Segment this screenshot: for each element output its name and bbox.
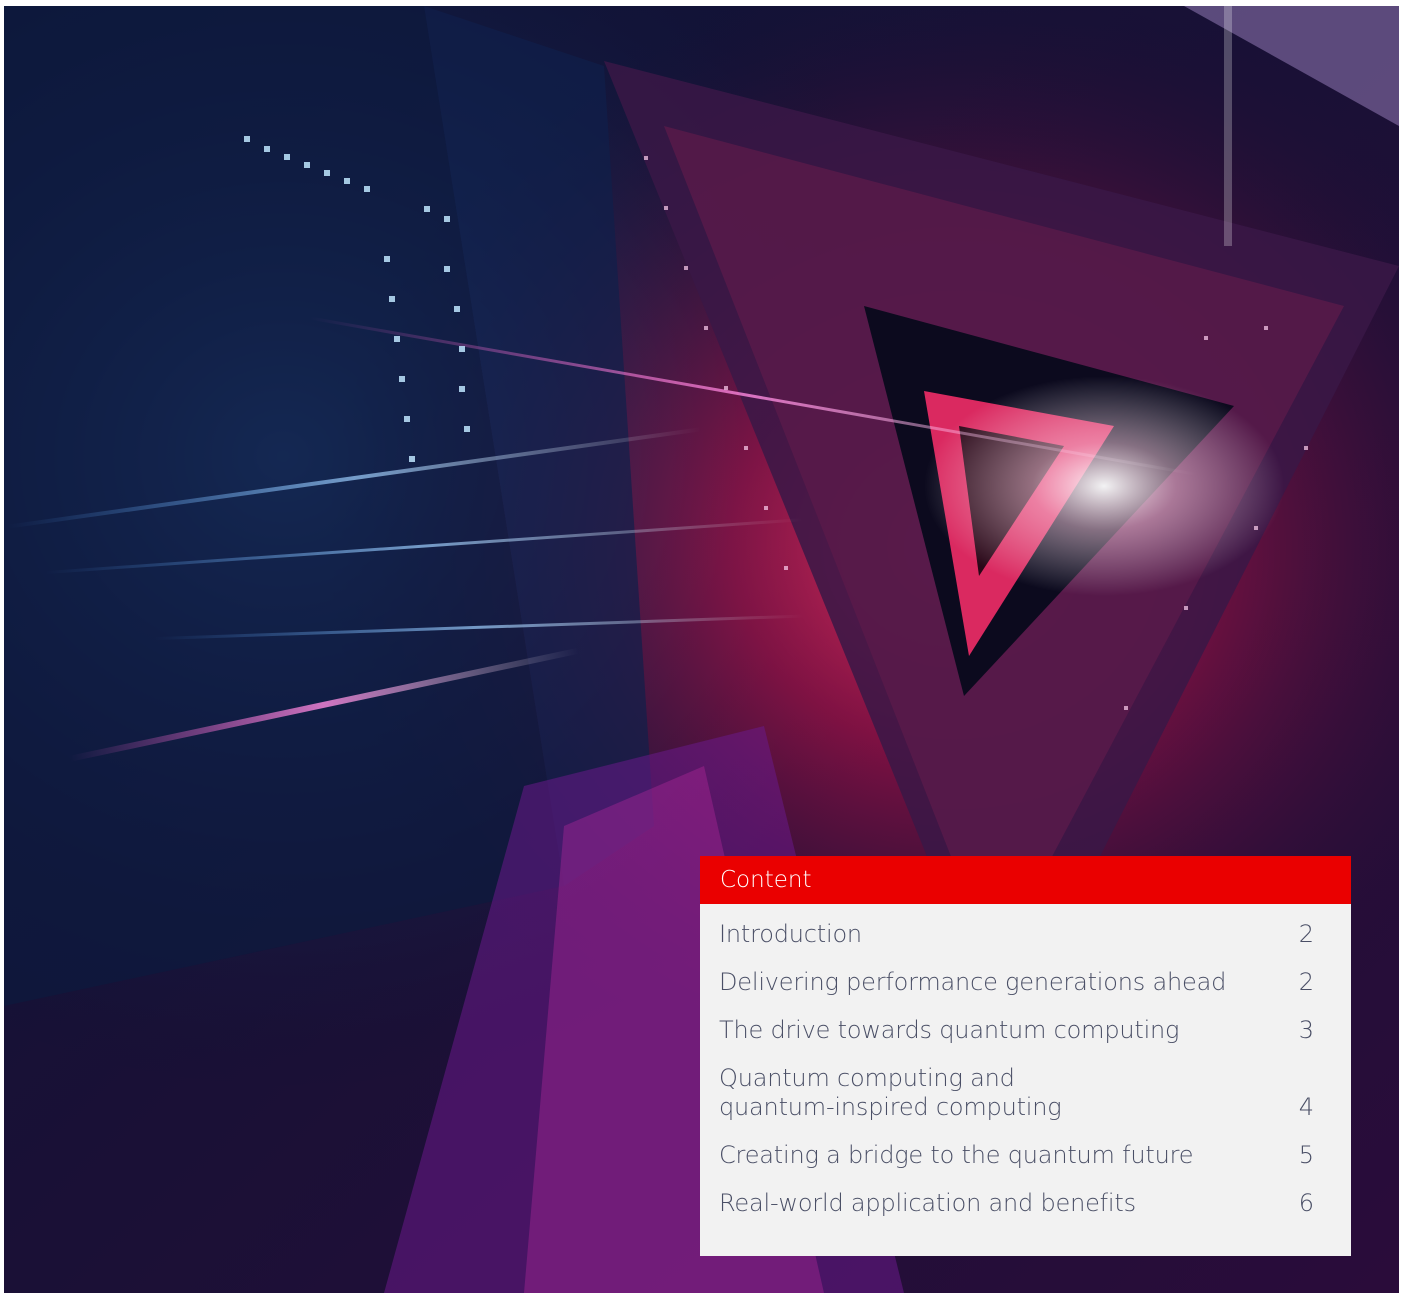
toc-entry-drive-towards-quantum[interactable]: The drive towards quantum computing 3 [719,1016,1314,1045]
toc-list: Introduction 2 Delivering performance ge… [700,904,1351,1218]
toc-entry-real-world-application[interactable]: Real-world application and benefits 6 [719,1189,1314,1218]
toc-header: Content [700,856,1351,904]
toc-entry-title: Creating a bridge to the quantum future [719,1141,1194,1169]
toc-entry-title: Introduction [719,920,862,948]
table-of-contents: Content Introduction 2 Delivering perfor… [700,856,1351,1256]
toc-entry-page: 2 [1298,968,1314,996]
toc-entry-page: 4 [1298,1093,1314,1121]
toc-entry-delivering-performance[interactable]: Delivering performance generations ahead… [719,968,1314,997]
toc-entry-introduction[interactable]: Introduction 2 [719,920,1314,949]
toc-entry-quantum-inspired[interactable]: Quantum computing and quantum-inspired c… [719,1064,1314,1122]
toc-entry-title: Delivering performance generations ahead [719,968,1227,996]
toc-entry-page: 6 [1298,1189,1314,1217]
toc-entry-page: 5 [1298,1141,1314,1169]
toc-entry-title: Quantum computing and quantum-inspired c… [719,1064,1062,1121]
toc-entry-title: Real-world application and benefits [719,1189,1136,1217]
toc-entry-title: The drive towards quantum computing [719,1016,1180,1044]
toc-entry-page: 3 [1298,1016,1314,1044]
toc-entry-bridge-quantum-future[interactable]: Creating a bridge to the quantum future … [719,1141,1314,1170]
toc-entry-page: 2 [1298,920,1314,948]
